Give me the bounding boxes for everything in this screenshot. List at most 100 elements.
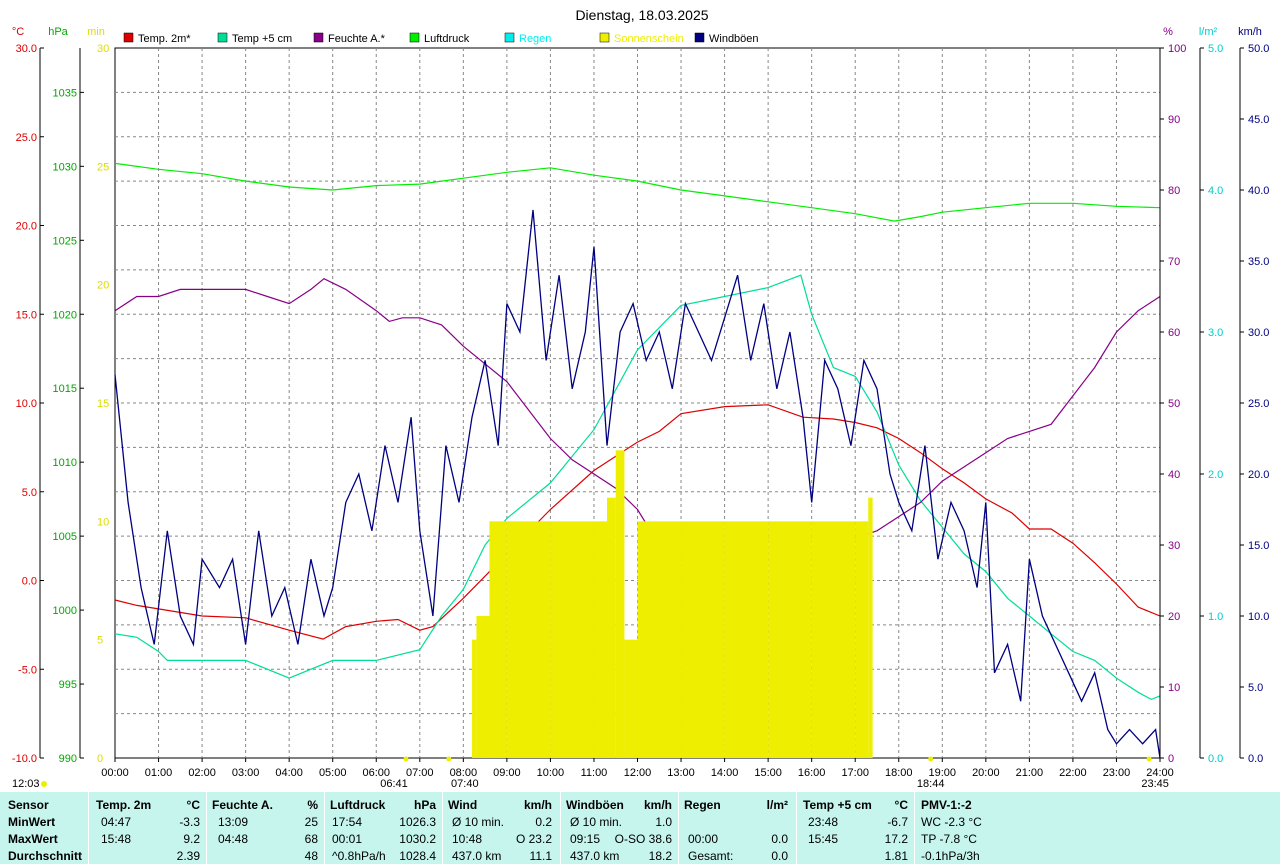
rain-tick-label: 3.0 bbox=[1208, 327, 1223, 339]
humidity-time: 13:09 bbox=[218, 815, 249, 829]
sunshine-tick-label: 30 bbox=[97, 43, 109, 55]
wind-label: 437.0 km bbox=[452, 849, 502, 863]
temp2m-time: 15:48 bbox=[101, 832, 132, 846]
temp5cm-value: 1.81 bbox=[884, 849, 908, 863]
wind-tick-label: 45.0 bbox=[1248, 114, 1269, 126]
sunshine-bar bbox=[624, 639, 638, 758]
legend-swatch bbox=[313, 32, 324, 43]
sunshine-tick-label: 25 bbox=[97, 161, 109, 173]
column-separator bbox=[324, 792, 325, 864]
header-temp2m-unit: °C bbox=[186, 798, 200, 812]
x-tick-label: 21:00 bbox=[1016, 767, 1044, 779]
sunshine-tick-label: 0 bbox=[97, 753, 103, 765]
humidity-value: 48 bbox=[304, 849, 318, 863]
temperature-tick-label: -5.0 bbox=[18, 664, 37, 676]
header-temp5cm-unit: °C bbox=[894, 798, 908, 812]
header-pmv: PMV-1:-2 bbox=[921, 798, 972, 812]
legend-swatch bbox=[504, 32, 515, 43]
pressure-tick-label: 1015 bbox=[53, 383, 77, 395]
gust-value: 18.2 bbox=[648, 849, 672, 863]
x-tick-label: 23:00 bbox=[1103, 767, 1131, 779]
legend-label: Regen bbox=[519, 33, 551, 45]
humidity-unit-label: % bbox=[1163, 26, 1173, 38]
sunshine-unit-label: min bbox=[87, 26, 105, 38]
sunshine-tick-label: 5 bbox=[97, 635, 103, 647]
x-tick-label: 17:00 bbox=[841, 767, 869, 779]
rain-value: 0.0 bbox=[771, 849, 788, 863]
pressure-unit-label: hPa bbox=[48, 26, 68, 38]
rain-tick-label: 2.0 bbox=[1208, 469, 1223, 481]
humidity-tick-label: 80 bbox=[1168, 185, 1180, 197]
pressure-tick-label: 1035 bbox=[53, 87, 77, 99]
legend-swatch bbox=[123, 32, 134, 43]
wind-value: O 23.2 bbox=[515, 832, 552, 846]
humidity-tick-label: 100 bbox=[1168, 43, 1186, 55]
temperature-tick-label: -10.0 bbox=[12, 753, 37, 765]
legend-label: Windböen bbox=[709, 33, 759, 45]
temperature-tick-label: 10.0 bbox=[16, 398, 37, 410]
row-label: MaxWert bbox=[8, 832, 58, 846]
temp5cm-time: 15:45 bbox=[808, 832, 839, 846]
chart-legend: Temp. 2m* Temp +5 cm Feuchte A.* Luftdruck R… bbox=[123, 32, 759, 45]
moonset-marker bbox=[1146, 756, 1152, 762]
pressure-tick-label: 1020 bbox=[53, 309, 77, 321]
sunshine-tick-label: 15 bbox=[97, 398, 109, 410]
header-sensor: Sensor bbox=[8, 798, 49, 812]
column-separator bbox=[914, 792, 915, 864]
rain-time: Gesamt: bbox=[688, 849, 734, 863]
column-separator bbox=[678, 792, 679, 864]
x-tick-label: 11:00 bbox=[581, 767, 608, 779]
wind-value: 11.1 bbox=[529, 849, 552, 863]
x-tick-label: 03:00 bbox=[232, 767, 260, 779]
chart-title: Dienstag, 18.03.2025 bbox=[575, 7, 708, 23]
x-tick-label: 07:00 bbox=[406, 767, 434, 779]
sunrise-marker bbox=[403, 756, 409, 762]
pressure-tick-label: 1010 bbox=[53, 457, 77, 469]
header-pressure-unit: hPa bbox=[413, 798, 436, 812]
x-tick-label: 10:00 bbox=[537, 767, 565, 779]
wind-tick-label: 30.0 bbox=[1248, 327, 1269, 339]
temp2m-value: 2.39 bbox=[176, 849, 200, 863]
sunrise-label: 06:41 bbox=[380, 778, 408, 790]
x-tick-label: 02:00 bbox=[188, 767, 216, 779]
moonrise-label: 12:03 bbox=[12, 778, 40, 790]
header-gusts-unit: km/h bbox=[643, 798, 672, 812]
wind-tick-label: 20.0 bbox=[1248, 469, 1269, 481]
temperature-tick-label: 15.0 bbox=[16, 309, 37, 321]
moonset-label: 23:45 bbox=[1141, 778, 1169, 790]
wind-label: Ø 10 min. bbox=[452, 815, 505, 829]
gust-value: 1.0 bbox=[655, 815, 672, 829]
header-rain-unit: l/m² bbox=[766, 798, 788, 812]
x-tick-label: 15:00 bbox=[754, 767, 782, 779]
temp5cm-value: -6.7 bbox=[887, 815, 908, 829]
pressure-value: 1026.3 bbox=[399, 815, 436, 829]
temp2m-value: -3.3 bbox=[179, 815, 200, 829]
column-separator bbox=[206, 792, 207, 864]
header-wind: Wind bbox=[448, 798, 478, 812]
header-pressure: Luftdruck bbox=[330, 798, 386, 812]
wind-tick-label: 40.0 bbox=[1248, 185, 1269, 197]
x-tick-label: 04:00 bbox=[275, 767, 303, 779]
pressure-value: 1028.4 bbox=[399, 849, 436, 863]
wind-tick-label: 50.0 bbox=[1248, 43, 1269, 55]
column-separator bbox=[796, 792, 797, 864]
sunshine-bar bbox=[855, 521, 869, 758]
legend-swatch bbox=[409, 32, 420, 43]
wind-label: 10:48 bbox=[452, 832, 483, 846]
rain-tick-label: 4.0 bbox=[1208, 185, 1223, 197]
pmv-value: TP -7.8 °C bbox=[921, 832, 977, 846]
legend-swatch bbox=[694, 32, 705, 43]
humidity-tick-label: 40 bbox=[1168, 469, 1180, 481]
gust-label: 09:15 bbox=[570, 832, 601, 846]
legend-swatch bbox=[217, 32, 228, 43]
header-wind-unit: km/h bbox=[523, 798, 552, 812]
sun_high-label: 07:40 bbox=[451, 778, 479, 790]
wind-unit-label: km/h bbox=[1238, 26, 1262, 38]
legend-swatch bbox=[599, 32, 610, 43]
rain-time: 00:00 bbox=[688, 832, 719, 846]
sunshine-tick-label: 10 bbox=[97, 516, 109, 528]
rain-tick-label: 0.0 bbox=[1208, 753, 1223, 765]
x-tick-label: 12:00 bbox=[624, 767, 652, 779]
header-rain: Regen bbox=[684, 798, 721, 812]
wind-tick-label: 25.0 bbox=[1248, 398, 1269, 410]
